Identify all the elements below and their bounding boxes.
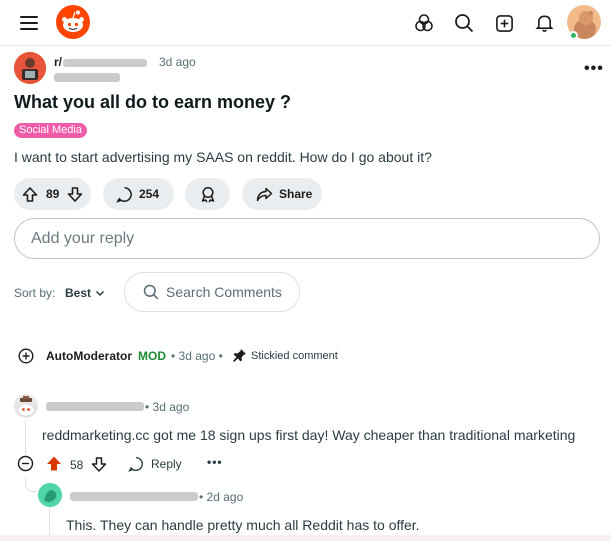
online-status-dot [569,31,578,40]
search-icon [143,284,159,300]
reddit-logo[interactable] [56,5,90,39]
subreddit-name[interactable]: r/ [54,55,148,69]
sort-dropdown[interactable]: Best [65,286,91,300]
comment-icon [116,186,133,203]
sort-label: Sort by: [14,286,56,300]
share-button[interactable]: Share [242,178,322,210]
redacted-subreddit-name [63,58,148,67]
downvote-icon[interactable] [67,186,83,203]
top-bar [0,0,611,46]
comment-count: 254 [139,187,160,201]
stickied-comment-label: Stickied comment [251,350,338,362]
reply-label: Reply [151,457,182,471]
chevron-down-icon[interactable] [94,287,106,299]
hamburger-icon[interactable] [20,12,42,34]
post-body: I want to start advertising my SAAS on r… [14,149,432,165]
comment-more-options-button[interactable]: ••• [207,455,223,469]
vote-pill: 89 [14,178,91,210]
commenter-avatar[interactable] [14,394,38,418]
commenter-avatar[interactable] [38,483,62,507]
reply-button[interactable]: Reply [128,456,182,472]
comment-score: 58 [70,458,84,472]
comment-body: This. They can handle pretty much all Re… [66,517,420,533]
collapse-thread-icon[interactable] [17,455,34,472]
post-time: 3d ago [159,55,196,69]
post-more-options-button[interactable]: ••• [584,60,604,78]
post-flair[interactable]: Social Media [14,123,87,138]
apps-icon[interactable] [410,9,438,37]
award-button[interactable] [185,178,230,210]
automod-username[interactable]: AutoModerator [46,349,132,363]
comment-body: reddmarketing.cc got me 18 sign ups firs… [42,427,576,443]
award-icon [200,186,216,203]
comment-time: • 2d ago [199,490,244,504]
upvote-icon[interactable] [46,455,62,472]
thread-line[interactable] [25,420,26,455]
comment-time: • 3d ago [145,400,190,414]
upvote-icon[interactable] [22,186,38,203]
add-reply-input[interactable]: Add your reply [14,218,600,259]
create-post-icon[interactable] [490,9,518,37]
post-title: What you all do to earn money ? [14,92,292,112]
redacted-commenter-name[interactable] [46,402,144,411]
mod-badge: MOD [138,349,166,363]
redacted-author-name[interactable] [54,73,120,82]
share-label: Share [279,187,313,201]
search-icon[interactable] [450,9,478,37]
post-score: 89 [46,187,60,201]
automod-time: • 3d ago • [171,349,223,363]
comments-button[interactable]: 254 [103,178,174,210]
expand-comment-icon[interactable] [18,348,34,364]
redacted-commenter-name[interactable] [70,492,198,501]
search-comments-button[interactable]: Search Comments [124,272,300,312]
search-comments-label: Search Comments [166,284,282,300]
comment-icon [128,456,143,472]
downvote-icon[interactable] [91,456,107,473]
thread-connector [25,478,37,492]
notifications-icon[interactable] [530,9,558,37]
pin-icon [233,349,246,362]
subreddit-avatar[interactable] [14,52,46,84]
bottom-edge [0,535,611,541]
share-icon [256,187,273,202]
